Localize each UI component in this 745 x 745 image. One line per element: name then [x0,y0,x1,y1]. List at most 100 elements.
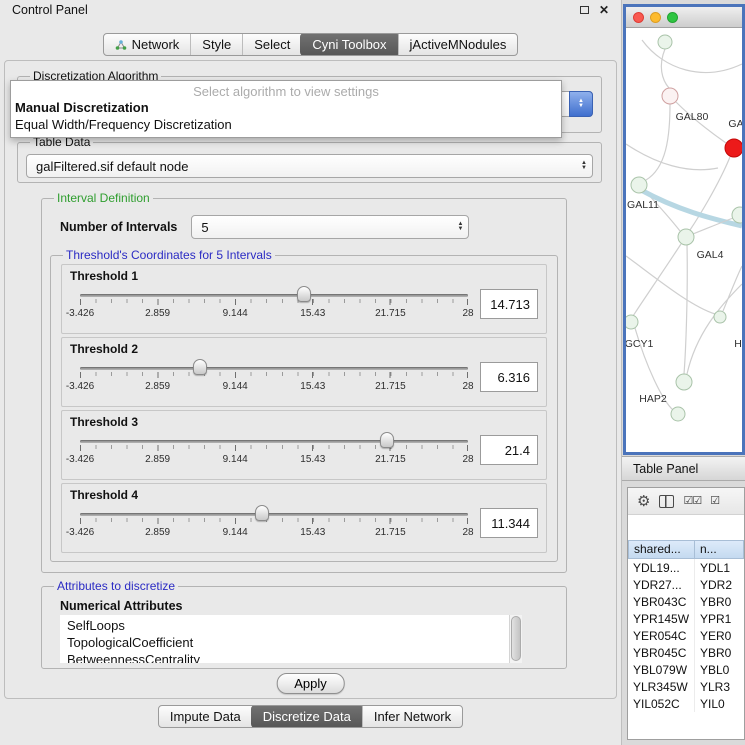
slider-thumb[interactable] [255,505,269,521]
slider-track[interactable] [80,367,468,370]
threshold-slider-3[interactable]: -3.426 2.859 9.144 15.43 21.715 28 [80,429,468,471]
tab-impute-data[interactable]: Impute Data [159,706,252,727]
table-row[interactable]: YER054CYER0 [628,627,744,644]
slider-thumb[interactable] [193,359,207,375]
select-all-columns-icon[interactable]: ☑☑ [683,496,701,507]
threshold-slider-4[interactable]: -3.426 2.859 9.144 15.43 21.715 28 [80,502,468,544]
control-panel-titlebar: Control Panel ✕ [0,0,621,20]
network-edge[interactable] [633,244,681,316]
spinner-arrows-icon: ▲▼ [581,161,587,171]
checkbox-icon[interactable]: ☑ [710,496,719,507]
list-scrollbar-thumb[interactable] [511,616,521,661]
float-window-icon[interactable] [580,6,589,14]
table-row[interactable]: YBR045CYBR0 [628,644,744,661]
network-edge[interactable] [687,284,742,374]
table-panel-header: Table Panel [622,456,745,481]
slider-track[interactable] [80,513,468,516]
threshold-value-field[interactable]: 21.4 [480,435,538,465]
network-node[interactable] [671,407,685,421]
table-row[interactable]: YLR345WYLR3 [628,678,744,695]
bottom-tab-strip: Impute Data Discretize Data Infer Networ… [0,705,621,728]
network-edge[interactable] [626,144,718,170]
tab-discretize-data[interactable]: Discretize Data [251,705,363,728]
number-of-intervals-value: 5 [201,220,208,235]
numerical-attributes-list[interactable]: SelfLoops TopologicalCoefficient Between… [60,615,522,663]
table-row[interactable]: YDL19...YDL1 [628,559,744,576]
tab-label: Select [254,37,290,52]
network-node-label: GAL11 [627,199,659,211]
control-panel-window: Control Panel ✕ Network Style Select Cyn… [0,0,622,745]
table-row[interactable]: YPR145WYPR1 [628,610,744,627]
slider-major-ticks [80,445,468,451]
network-edge[interactable] [723,266,742,311]
dropdown-option-equal-width-frequency[interactable]: Equal Width/Frequency Discretization [11,116,561,133]
network-edge[interactable] [684,245,687,374]
list-scrollbar[interactable] [509,615,522,663]
table-row[interactable]: YDR27...YDR2 [628,576,744,593]
network-canvas[interactable]: GAL80GAGAL11GAL4GCY1HHAP2 [626,28,742,451]
network-node[interactable] [662,88,678,104]
network-view-window: GAL80GAGAL11GAL4GCY1HHAP2 [623,4,745,455]
tab-network[interactable]: Network [104,34,191,55]
threshold-value-field[interactable]: 11.344 [480,508,538,538]
network-node-label: GAL4 [697,249,724,261]
network-edge[interactable] [642,40,742,72]
threshold-slider-2[interactable]: -3.426 2.859 9.144 15.43 21.715 28 [80,356,468,398]
network-window-titlebar[interactable] [626,7,742,28]
tab-select[interactable]: Select [242,34,301,55]
network-node-label: GCY1 [626,338,653,350]
tab-style[interactable]: Style [190,34,242,55]
apply-button[interactable]: Apply [276,673,345,694]
table-row[interactable]: YIL052CYIL0 [628,695,744,712]
gear-icon[interactable]: ⚙ [637,494,650,509]
threshold-slider-1[interactable]: -3.426 2.859 9.144 15.43 21.715 28 [80,283,468,325]
network-node[interactable] [732,207,742,223]
dropdown-option-manual-discretization[interactable]: Manual Discretization [11,99,561,116]
column-header-shared-name[interactable]: shared... [628,540,695,559]
tab-label: Style [202,37,231,52]
network-node[interactable] [676,374,692,390]
bottom-tabs: Impute Data Discretize Data Infer Networ… [158,705,463,728]
tab-infer-network[interactable]: Infer Network [362,706,462,727]
zoom-traffic-light-icon[interactable] [667,12,678,23]
spinner-arrows-icon: ▲▼ [457,222,463,232]
network-node[interactable] [626,315,638,329]
slider-track[interactable] [80,294,468,297]
table-data-combobox[interactable]: galFiltered.sif default node ▲▼ [26,154,593,178]
network-node-label: GAL80 [676,111,709,123]
tab-cyni-toolbox[interactable]: Cyni Toolbox [300,33,398,56]
slider-thumb[interactable] [380,432,394,448]
slider-track[interactable] [80,440,468,443]
threshold-value-field[interactable]: 14.713 [480,289,538,319]
list-item[interactable]: BetweennessCentrality [67,651,522,663]
tab-jactivemnodules[interactable]: jActiveMNodules [398,34,518,55]
list-item[interactable]: TopologicalCoefficient [67,634,522,651]
threshold-value-field[interactable]: 6.316 [480,362,538,392]
minimize-traffic-light-icon[interactable] [650,12,661,23]
network-node[interactable] [725,139,742,157]
tab-label: Cyni Toolbox [312,37,386,52]
threshold-panel-4: Threshold 4 -3.426 2.859 9.144 [61,483,547,553]
table-row[interactable]: YBL079WYBL0 [628,661,744,678]
network-node-label: H [734,338,742,350]
list-item[interactable]: SelfLoops [67,617,522,634]
close-traffic-light-icon[interactable] [633,12,644,23]
network-edge[interactable] [661,49,669,88]
slider-thumb[interactable] [297,286,311,302]
network-edge[interactable] [646,104,670,180]
number-of-intervals-combobox[interactable]: 5 ▲▼ [191,215,469,239]
network-node[interactable] [631,177,647,193]
columns-icon[interactable] [659,495,674,508]
thresholds-coordinates-group: Threshold's Coordinates for 5 Intervals … [50,248,558,562]
top-tab-strip: Network Style Select Cyni Toolbox jActiv… [0,33,621,56]
network-node[interactable] [678,229,694,245]
table-panel-title: Table Panel [633,462,698,476]
algorithm-dropdown-placeholder: Select algorithm to view settings [11,81,561,99]
threshold-panel-3: Threshold 3 -3.426 2.859 9.144 [61,410,547,480]
close-icon[interactable]: ✕ [599,4,609,16]
network-node[interactable] [658,35,672,49]
table-row[interactable]: YBR043CYBR0 [628,593,744,610]
network-node[interactable] [714,311,726,323]
column-header-name[interactable]: n... [695,540,744,559]
slider-major-ticks [80,299,468,305]
